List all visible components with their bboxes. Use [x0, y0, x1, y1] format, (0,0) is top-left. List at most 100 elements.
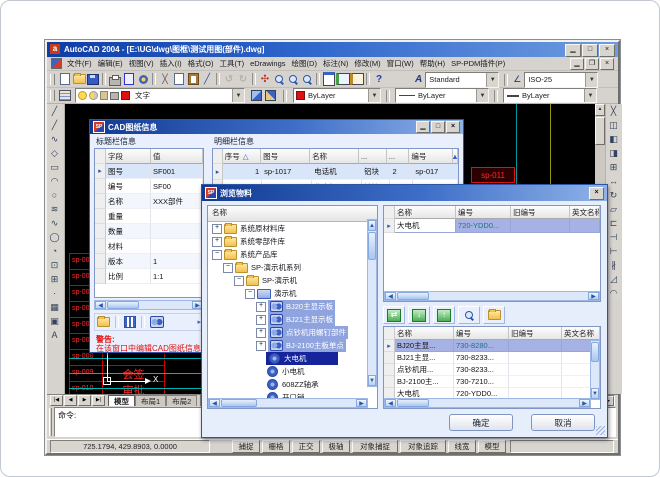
expand-plus-icon[interactable]: + — [256, 341, 266, 351]
tree-item[interactable]: −SP-演示机 — [208, 274, 369, 287]
region-icon[interactable]: ▣ — [47, 314, 62, 328]
point-icon[interactable]: · — [47, 286, 62, 300]
search-button[interactable] — [458, 306, 480, 324]
redo-button[interactable]: ↻ — [236, 73, 250, 86]
linetype-combo[interactable]: ByLayer ▼ — [395, 88, 489, 103]
top-table-hscrollbar[interactable]: ◀ ▶ — [384, 291, 600, 301]
tab-layout1[interactable]: 布局1 — [135, 395, 166, 407]
scroll-thumb[interactable] — [591, 342, 599, 362]
chevron-down-icon[interactable]: ▼ — [476, 89, 488, 102]
plot-button[interactable] — [108, 73, 122, 86]
maximize-button[interactable]: □ — [582, 44, 598, 57]
scroll-thumb[interactable] — [107, 301, 139, 309]
scroll-right-icon[interactable]: ▶ — [356, 399, 367, 407]
plot-preview-button[interactable] — [122, 73, 136, 86]
scroll-left-icon[interactable]: ◀ — [385, 292, 396, 300]
fillet-icon[interactable]: ◠ — [606, 286, 621, 300]
properties-button[interactable] — [322, 73, 336, 86]
construction-line-icon[interactable]: ╱ — [47, 118, 62, 132]
scroll-down-icon[interactable]: ▼ — [368, 375, 376, 386]
chamfer-icon[interactable]: ◿ — [606, 272, 621, 286]
offset-icon[interactable]: ◨ — [606, 146, 621, 160]
hatch-icon[interactable]: ▦ — [47, 300, 62, 314]
toolbar-grip[interactable] — [50, 90, 55, 101]
toggle-model[interactable]: 模型 — [478, 440, 506, 453]
paste-button[interactable] — [186, 73, 200, 86]
menu-help[interactable]: 帮助(H) — [417, 56, 448, 71]
cad-info-title-bar[interactable]: SP CAD图纸信息 ▁ □ × — [90, 120, 463, 134]
help-icon[interactable]: ? — [372, 73, 386, 86]
menu-sp-pdm[interactable]: SP-PDM插件(P) — [448, 56, 508, 71]
mtext-icon[interactable]: A — [47, 328, 62, 342]
command-grip[interactable] — [49, 408, 52, 436]
tab-model[interactable]: 模型 — [108, 395, 135, 407]
stretch-icon[interactable]: ⊏ — [606, 216, 621, 230]
zoom-realtime-button[interactable] — [272, 73, 286, 86]
chevron-down-icon[interactable]: ▼ — [232, 89, 244, 102]
scroll-thumb[interactable] — [595, 117, 605, 145]
menu-format[interactable]: 格式(O) — [185, 56, 217, 71]
cancel-button[interactable]: 取消 — [531, 414, 595, 431]
table-row[interactable]: 重量 — [95, 209, 203, 224]
minimize-button[interactable]: ▁ — [565, 44, 581, 57]
scroll-down-icon[interactable]: ▼ — [591, 388, 599, 399]
copy-object-icon[interactable]: ◫ — [606, 118, 621, 132]
mirror-icon[interactable]: ◧ — [606, 132, 621, 146]
text-style-combo[interactable]: Standard▼ — [425, 72, 499, 88]
polyline-icon[interactable]: ∿ — [47, 132, 62, 146]
expand-plus-icon[interactable]: + — [212, 237, 222, 247]
menu-modify[interactable]: 修改(M) — [351, 56, 383, 71]
line-icon[interactable]: ╱ — [47, 104, 62, 118]
extend-icon[interactable]: ⊢ — [606, 244, 621, 258]
resize-grip[interactable] — [596, 426, 605, 435]
undo-button[interactable]: ↺ — [222, 73, 236, 86]
scroll-thumb[interactable] — [397, 399, 429, 407]
trim-icon[interactable]: ⊣ — [606, 230, 621, 244]
columns-icon[interactable] — [124, 316, 136, 328]
cut-icon[interactable]: ╳ — [158, 73, 172, 86]
tool-palettes-button[interactable] — [350, 73, 364, 86]
scale-icon[interactable]: ▱ — [606, 202, 621, 216]
array-icon[interactable]: ⊞ — [606, 160, 621, 174]
tree-item[interactable]: +系统原材料库 — [208, 222, 369, 235]
chevron-down-icon[interactable]: ▼ — [368, 89, 380, 102]
menu-file[interactable]: 文件(F) — [64, 56, 95, 71]
table-row[interactable]: 编号SF00 — [95, 179, 203, 194]
lineweight-combo[interactable]: ByLayer ▼ — [503, 88, 597, 103]
table-row[interactable]: 版本1 — [95, 254, 203, 269]
copy-button[interactable] — [172, 73, 186, 86]
tree-item[interactable]: +BJ-2100主板单点 — [208, 339, 369, 352]
save-button[interactable] — [86, 73, 100, 86]
move-icon[interactable]: ↔ — [606, 174, 621, 188]
tab-last-icon[interactable]: ▶| — [92, 395, 105, 406]
tree-hscrollbar[interactable]: ◀ ▶ — [208, 398, 368, 408]
rotate-icon[interactable]: ↻ — [606, 188, 621, 202]
spline-icon[interactable]: ∿ — [47, 216, 62, 230]
toggle-grid[interactable]: 栅格 — [262, 440, 290, 453]
tab-first-icon[interactable]: |◀ — [50, 395, 63, 406]
scroll-up-icon[interactable]: ▲ — [368, 220, 376, 231]
table-row[interactable]: 点钞机用... 730-8233... — [384, 364, 600, 376]
expand-minus-icon[interactable]: − — [212, 250, 222, 260]
toggle-osnap[interactable]: 对象捕捉 — [352, 440, 398, 453]
open-folder-button[interactable] — [483, 306, 505, 324]
toggle-otrack[interactable]: 对象追踪 — [400, 440, 446, 453]
design-center-button[interactable] — [336, 73, 350, 86]
menu-draw[interactable]: 绘图(D) — [289, 56, 320, 71]
match-properties-button[interactable]: ╱ — [200, 73, 214, 86]
tree-item[interactable]: −演示机 — [208, 287, 369, 300]
bottom-table-vscrollbar[interactable]: ▼ — [590, 340, 600, 400]
scroll-right-icon[interactable]: ▶ — [579, 399, 590, 407]
expand-plus-icon[interactable]: + — [256, 302, 266, 312]
tree-item[interactable]: +BJ21主显示板 — [208, 313, 369, 326]
menu-edrawings[interactable]: eDrawings — [247, 57, 288, 70]
menu-edit[interactable]: 编辑(E) — [95, 56, 126, 71]
zoom-window-button[interactable] — [286, 73, 300, 86]
scroll-left-icon[interactable]: ◀ — [95, 301, 106, 309]
expand-minus-icon[interactable]: − — [234, 276, 244, 286]
ellipse-icon[interactable]: ◯ — [47, 230, 62, 244]
close-button[interactable]: × — [599, 44, 615, 57]
tree-item[interactable]: −SP-演示机系列 — [208, 261, 369, 274]
tab-next-icon[interactable]: ▶ — [78, 395, 91, 406]
menu-view[interactable]: 视图(V) — [126, 56, 157, 71]
